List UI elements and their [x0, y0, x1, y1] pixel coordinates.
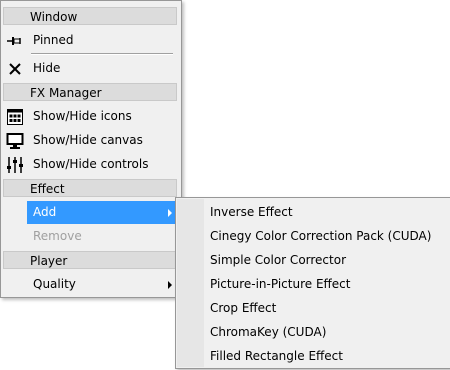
- submenu-item-label: Crop Effect: [210, 301, 277, 315]
- submenu-item-chromakey[interactable]: ChromaKey (CUDA): [178, 320, 448, 344]
- player-header-label: Player: [30, 254, 68, 268]
- context-menu: Window Pinned Hide FX Manager Show/Hide …: [0, 0, 182, 298]
- quality-label: Quality: [33, 277, 76, 291]
- remove-menu-item[interactable]: Remove: [3, 225, 177, 248]
- fx-manager-header-label: FX Manager: [30, 86, 102, 100]
- pinned-label: Pinned: [33, 33, 74, 47]
- submenu-arrow-icon: [168, 209, 172, 217]
- close-icon: [9, 63, 21, 75]
- submenu-item-label: Inverse Effect: [210, 205, 293, 219]
- add-effect-submenu: Inverse Effect Cinegy Color Correction P…: [175, 197, 450, 369]
- pinned-menu-item[interactable]: Pinned: [3, 29, 177, 52]
- add-label: Add: [33, 205, 57, 219]
- show-hide-canvas-label: Show/Hide canvas: [33, 133, 143, 147]
- submenu-item-label: Cinegy Color Correction Pack (CUDA): [210, 229, 432, 243]
- submenu-item-inverse-effect[interactable]: Inverse Effect: [178, 200, 448, 224]
- submenu-item-cinegy-color-correction[interactable]: Cinegy Color Correction Pack (CUDA): [178, 224, 448, 248]
- remove-label: Remove: [33, 229, 82, 243]
- window-section-header: Window: [3, 7, 177, 25]
- submenu-item-label: Filled Rectangle Effect: [210, 349, 343, 363]
- submenu-item-label: ChromaKey (CUDA): [210, 325, 327, 339]
- monitor-icon: [6, 133, 24, 149]
- show-hide-canvas-menu-item[interactable]: Show/Hide canvas: [3, 129, 177, 152]
- icons-grid-icon: [7, 109, 23, 125]
- fx-manager-section-header: FX Manager: [3, 83, 177, 101]
- submenu-item-picture-in-picture[interactable]: Picture-in-Picture Effect: [178, 272, 448, 296]
- sliders-icon: [7, 157, 23, 173]
- submenu-item-label: Picture-in-Picture Effect: [210, 277, 351, 291]
- show-hide-icons-menu-item[interactable]: Show/Hide icons: [3, 105, 177, 128]
- player-section-header: Player: [3, 251, 177, 269]
- hide-label: Hide: [33, 61, 61, 75]
- submenu-arrow-icon: [168, 281, 172, 289]
- window-header-label: Window: [30, 10, 78, 24]
- menu-separator: [31, 53, 173, 55]
- add-menu-item[interactable]: Add: [27, 201, 177, 224]
- show-hide-controls-label: Show/Hide controls: [33, 157, 149, 171]
- show-hide-icons-label: Show/Hide icons: [33, 109, 132, 123]
- submenu-item-simple-color-corrector[interactable]: Simple Color Corrector: [178, 248, 448, 272]
- submenu-item-crop-effect[interactable]: Crop Effect: [178, 296, 448, 320]
- pin-icon: [7, 37, 21, 45]
- show-hide-controls-menu-item[interactable]: Show/Hide controls: [3, 153, 177, 176]
- submenu-item-filled-rectangle[interactable]: Filled Rectangle Effect: [178, 344, 448, 368]
- effect-header-label: Effect: [30, 182, 65, 196]
- hide-menu-item[interactable]: Hide: [3, 57, 177, 80]
- quality-menu-item[interactable]: Quality: [3, 273, 177, 296]
- submenu-item-label: Simple Color Corrector: [210, 253, 347, 267]
- effect-section-header: Effect: [3, 179, 177, 197]
